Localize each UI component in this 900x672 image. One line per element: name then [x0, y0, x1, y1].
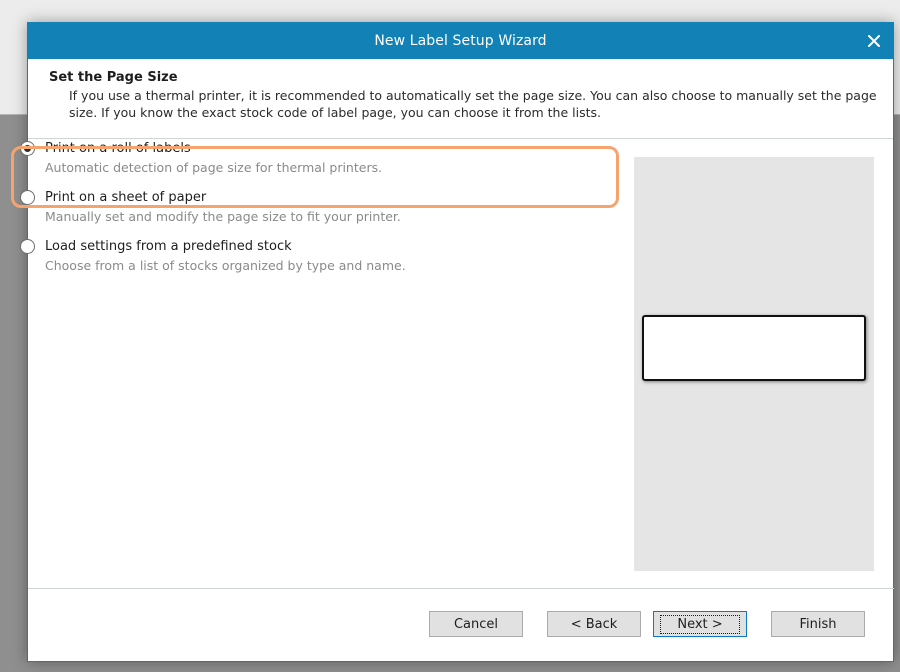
close-button[interactable]: [855, 23, 893, 59]
header-description: If you use a thermal printer, it is reco…: [69, 88, 877, 120]
option-label: Load settings from a predefined stock: [45, 239, 292, 254]
radio-predefined-stock[interactable]: [20, 239, 35, 254]
option-description: Automatic detection of page size for the…: [45, 160, 383, 175]
option-label: Print on a sheet of paper: [45, 190, 207, 205]
finish-button[interactable]: Finish: [771, 611, 865, 637]
back-button[interactable]: < Back: [547, 611, 641, 637]
dialog-title: New Label Setup Wizard: [374, 33, 547, 49]
close-icon: [868, 35, 880, 47]
option-predefined-stock[interactable]: Load settings from a predefined stock Ch…: [20, 238, 600, 287]
page-preview: [634, 157, 874, 571]
page-size-options: Print on a roll of labels Automatic dete…: [20, 140, 600, 287]
radio-sheet-of-paper[interactable]: [20, 190, 35, 205]
radio-roll-of-labels[interactable]: [20, 141, 35, 156]
option-label: Print on a roll of labels: [45, 141, 191, 156]
footer-divider: [28, 588, 894, 589]
option-roll-of-labels[interactable]: Print on a roll of labels Automatic dete…: [20, 140, 600, 189]
header-title: Set the Page Size: [49, 70, 178, 85]
option-description: Manually set and modify the page size to…: [45, 209, 401, 224]
label-preview-shape: [642, 315, 866, 381]
next-button[interactable]: Next >: [653, 611, 747, 637]
next-button-label: Next >: [660, 614, 740, 634]
wizard-header: Set the Page Size If you use a thermal p…: [28, 59, 893, 139]
option-sheet-of-paper[interactable]: Print on a sheet of paper Manually set a…: [20, 189, 600, 238]
option-description: Choose from a list of stocks organized b…: [45, 258, 406, 273]
cancel-button[interactable]: Cancel: [429, 611, 523, 637]
dialog-titlebar: New Label Setup Wizard: [28, 23, 893, 59]
